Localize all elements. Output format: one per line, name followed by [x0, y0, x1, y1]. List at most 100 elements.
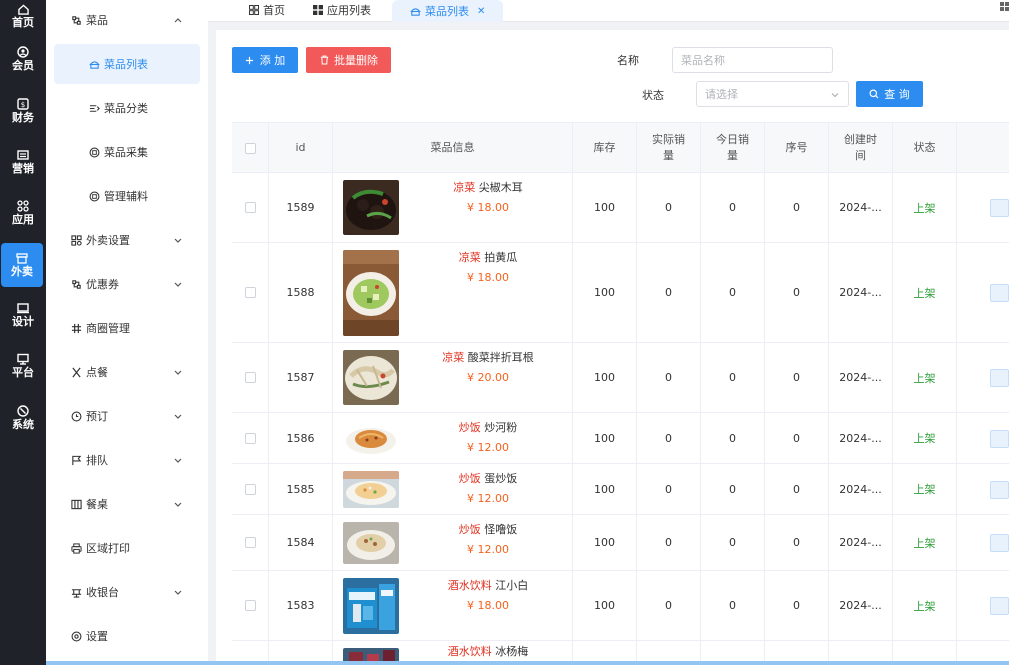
close-icon[interactable]: ✕ — [477, 6, 485, 17]
rail-item-design[interactable]: 设计 — [0, 293, 46, 337]
cell-id: 1583 — [269, 571, 333, 640]
rail-item-marketing[interactable]: 营销 — [0, 140, 46, 184]
dish-text: 炒饭 怪噜饭 ¥ 12.00 — [403, 523, 573, 557]
dish-category: 酒水饮料 — [447, 645, 492, 658]
cell-created: 2024-... — [829, 343, 893, 412]
menu-item-ordering[interactable]: 点餐 — [46, 352, 208, 392]
row-checkbox[interactable] — [244, 372, 256, 383]
header-sort: 序号 — [765, 123, 829, 173]
select-all-checkbox[interactable] — [244, 142, 256, 154]
dish-name-line: 凉菜 尖椒木耳 — [403, 181, 573, 195]
tab-bar: 首页 应用列表 菜品列表 ✕ — [208, 0, 1009, 22]
row-action-button[interactable] — [990, 199, 1009, 217]
query-button[interactable]: 查 询 — [856, 81, 923, 107]
menu-label: 商圈管理 — [86, 322, 130, 335]
plus-icon — [245, 55, 255, 65]
dish-thumbnail[interactable] — [343, 350, 399, 405]
dish-thumbnail[interactable] — [343, 578, 399, 634]
rail-label: 系统 — [12, 418, 34, 431]
batch-delete-button[interactable]: 批量删除 — [306, 47, 391, 73]
cell-actual-sales: 0 — [637, 413, 701, 463]
grid-menu-icon[interactable] — [1000, 0, 1009, 11]
dish-name: 拍黄瓜 — [484, 251, 518, 264]
row-action-button[interactable] — [990, 534, 1009, 552]
rail-item-finance[interactable]: $ 财务 — [0, 89, 46, 133]
trash-icon — [319, 55, 329, 65]
bottom-scrollbar[interactable] — [46, 661, 1009, 665]
chevron-down-icon — [172, 586, 184, 598]
status-label: 状态 — [642, 89, 664, 102]
row-action-button[interactable] — [990, 481, 1009, 499]
rail-label: 应用 — [12, 213, 34, 226]
menu-group-dishes[interactable]: 菜品 — [46, 0, 208, 40]
rail-item-takeout[interactable]: 外卖 — [1, 243, 43, 287]
dish-price: ¥ 20.00 — [467, 371, 509, 384]
chevron-down-icon — [172, 410, 184, 422]
select-all-cell — [232, 123, 269, 173]
dish-thumbnail[interactable] — [343, 250, 399, 336]
menu-label: 优惠券 — [86, 278, 119, 291]
header-status: 状态 — [893, 123, 957, 173]
dish-text: 炒饭 蛋炒饭 ¥ 12.00 — [403, 472, 573, 506]
row-action-button[interactable] — [990, 597, 1009, 615]
menu-item-business-district[interactable]: 商圈管理 — [46, 308, 208, 348]
cell-today-sales: 0 — [701, 343, 765, 412]
row-checkbox[interactable] — [244, 287, 256, 298]
row-select-cell — [232, 464, 269, 514]
name-search-input[interactable]: 菜品名称 — [672, 47, 833, 73]
rail-item-member[interactable]: 会员 — [0, 37, 46, 81]
rail-item-platform[interactable]: 平台 — [0, 344, 46, 388]
menu-sub-dish-list[interactable]: 菜品列表 — [54, 44, 200, 84]
menu-item-area-print[interactable]: 区域打印 — [46, 528, 208, 568]
row-checkbox[interactable] — [244, 483, 256, 495]
dish-text: 凉菜 尖椒木耳 ¥ 18.00 — [403, 181, 573, 215]
dish-name-line: 炒饭 怪噜饭 — [403, 523, 573, 537]
menu-sub-accessories[interactable]: 管理辅料 — [54, 176, 200, 216]
dish-thumbnail[interactable] — [343, 471, 399, 508]
header-id[interactable]: id — [269, 123, 333, 173]
row-checkbox[interactable] — [244, 600, 256, 611]
row-checkbox[interactable] — [244, 202, 256, 213]
row-action-button[interactable] — [990, 430, 1009, 448]
cell-sort: 0 — [765, 173, 829, 242]
flag-icon — [70, 454, 82, 466]
dish-thumbnail[interactable] — [343, 420, 399, 457]
row-checkbox[interactable] — [244, 432, 256, 444]
cell-stock: 100 — [573, 173, 637, 242]
rail-item-home[interactable]: 首页 — [0, 0, 46, 38]
menu-item-tables[interactable]: 餐桌 — [46, 484, 208, 524]
dish-thumbnail[interactable] — [343, 180, 399, 235]
dish-category: 炒饭 — [458, 523, 481, 536]
add-button[interactable]: 添 加 — [232, 47, 298, 73]
status-select[interactable]: 请选择 — [696, 81, 849, 107]
tab-app-list[interactable]: 应用列表 — [312, 0, 371, 20]
tab-dish-list[interactable]: 菜品列表 ✕ — [392, 0, 504, 22]
menu-sub-dish-category[interactable]: 菜品分类 — [54, 88, 200, 128]
menu-item-settings[interactable]: 设置 — [46, 616, 208, 656]
rail-item-apps[interactable]: 应用 — [0, 191, 46, 235]
dish-thumbnail[interactable] — [343, 522, 399, 564]
menu-item-cashier[interactable]: 收银台 — [46, 572, 208, 612]
tab-home[interactable]: 首页 — [248, 0, 285, 20]
menu-label: 菜品采集 — [104, 146, 148, 159]
menu-label: 点餐 — [86, 366, 108, 379]
query-label: 查 询 — [884, 88, 910, 101]
menu-item-coupons[interactable]: 优惠券 — [46, 264, 208, 304]
dish-name: 冰杨梅 — [495, 645, 529, 658]
system-icon — [17, 405, 29, 417]
chevron-down-icon — [172, 234, 184, 246]
row-action-button[interactable] — [990, 284, 1009, 302]
list-icon — [88, 102, 100, 114]
menu-item-takeout-settings[interactable]: 外卖设置 — [46, 220, 208, 260]
row-checkbox[interactable] — [244, 537, 256, 548]
rail-item-system[interactable]: 系统 — [0, 396, 46, 440]
table-row: 1583 酒水饮料 江小白 ¥ 18.00 100 0 0 0 2024-...… — [232, 571, 1009, 641]
cell-dish-info: 酒水饮料 江小白 ¥ 18.00 — [333, 571, 573, 640]
dishes-icon — [70, 14, 82, 26]
dish-name: 尖椒木耳 — [478, 181, 523, 194]
menu-sub-dish-collect[interactable]: 菜品采集 — [54, 132, 200, 172]
menu-item-reservation[interactable]: 预订 — [46, 396, 208, 436]
menu-item-queue[interactable]: 排队 — [46, 440, 208, 480]
cell-dish-info: 炒饭 怪噜饭 ¥ 12.00 — [333, 515, 573, 570]
row-action-button[interactable] — [990, 369, 1009, 387]
